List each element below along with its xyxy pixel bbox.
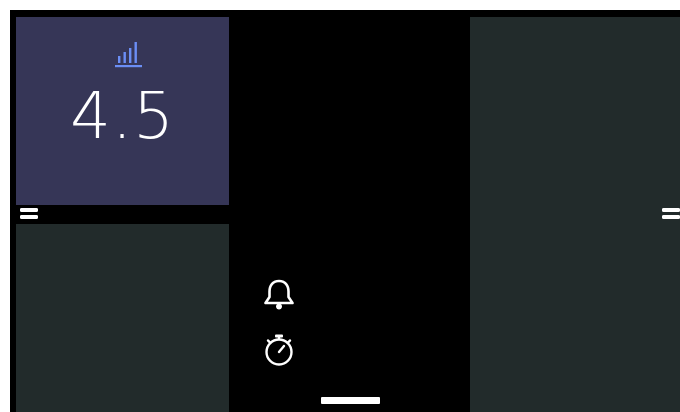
bell-icon[interactable] <box>261 276 297 312</box>
drag-handle-right-icon[interactable] <box>662 207 680 221</box>
drag-handle-left-icon[interactable] <box>20 207 38 221</box>
stopwatch-icon[interactable] <box>261 332 297 368</box>
widget-panel-right[interactable] <box>470 17 680 412</box>
metric-tile[interactable]: 4.5 <box>16 17 229 205</box>
bar-chart-icon <box>115 42 142 68</box>
home-indicator[interactable] <box>321 397 380 404</box>
widget-tile-bottom-left[interactable] <box>16 224 229 412</box>
metric-value: 4.5 <box>70 80 175 154</box>
device-screen: 4.5 <box>10 10 680 412</box>
